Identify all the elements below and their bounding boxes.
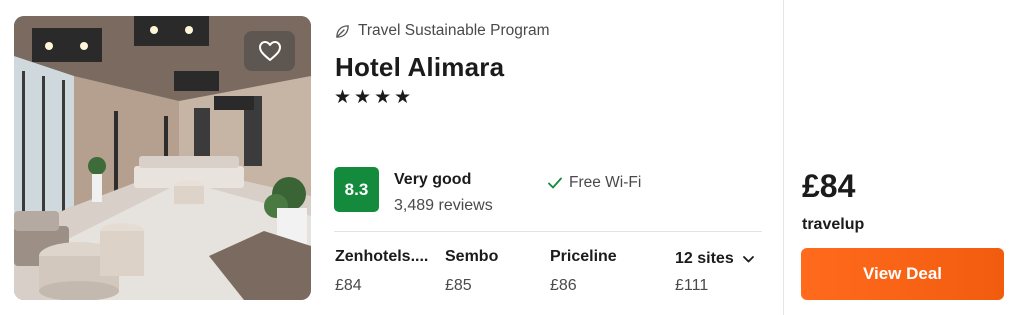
hotel-result-card: Travel Sustainable Program Hotel Alimara… — [0, 0, 1024, 315]
deal-provider: travelup — [802, 216, 865, 233]
heart-outline-icon — [258, 41, 281, 61]
rating-label: Very good — [394, 171, 472, 188]
favorite-button[interactable] — [244, 31, 295, 71]
star-rating: ★★★★ — [334, 87, 415, 108]
hotel-photo[interactable] — [14, 16, 311, 300]
review-count[interactable]: 3,489 reviews — [394, 197, 493, 215]
divider — [334, 231, 762, 232]
site-price-priceline[interactable]: Priceline £86 — [550, 248, 617, 295]
more-sites-dropdown[interactable]: 12 sites £111 — [675, 250, 754, 295]
review-score-badge: 8.3 — [334, 167, 379, 212]
column-divider — [783, 0, 784, 315]
travel-sustainable-label: Travel Sustainable Program — [358, 22, 550, 39]
best-price: £84 — [802, 168, 856, 204]
site-price-zenhotels[interactable]: Zenhotels.... £84 — [335, 248, 428, 295]
more-sites-label: 12 sites — [675, 250, 734, 267]
site-price-sembo[interactable]: Sembo £85 — [445, 248, 498, 295]
site-price: £84 — [335, 277, 362, 294]
view-deal-button[interactable]: View Deal — [801, 248, 1004, 300]
amenity-label: Free Wi-Fi — [569, 174, 642, 191]
site-name: Priceline — [550, 248, 617, 265]
checkmark-icon — [548, 177, 562, 189]
site-price: £86 — [550, 277, 577, 294]
site-price: £85 — [445, 277, 472, 294]
hotel-name[interactable]: Hotel Alimara — [335, 52, 504, 83]
more-sites-price: £111 — [675, 277, 709, 294]
site-name: Sembo — [445, 248, 499, 265]
leaf-icon — [336, 24, 349, 38]
amenity-free-wifi: Free Wi-Fi — [548, 174, 641, 192]
chevron-down-icon — [742, 255, 754, 262]
site-name: Zenhotels.... — [335, 248, 429, 265]
travel-sustainable-badge[interactable]: Travel Sustainable Program — [335, 22, 550, 40]
